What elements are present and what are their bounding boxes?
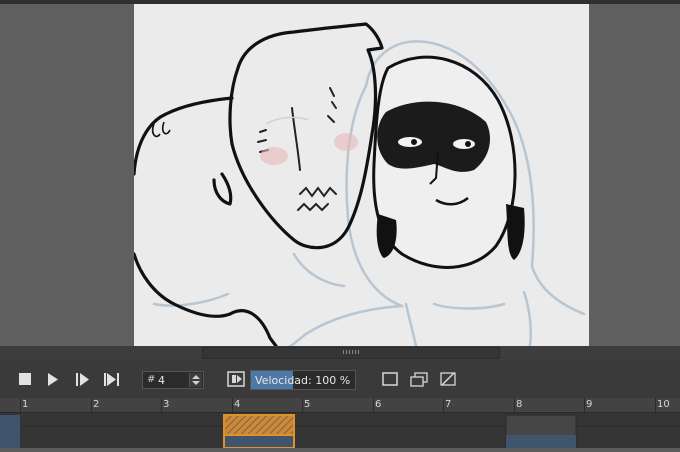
ruler-label-9: 9 — [586, 399, 593, 410]
speed-slider[interactable]: Velocidad: 100 % — [250, 370, 356, 390]
track-frames — [0, 414, 680, 449]
ruler-tick — [443, 398, 444, 412]
canvas-area[interactable] — [0, 4, 680, 346]
skip-to-end-icon — [104, 372, 119, 386]
single-frame-icon — [382, 372, 398, 386]
ruler-tick — [20, 398, 21, 412]
ruler-tick — [232, 398, 233, 412]
no-onion-icon — [440, 372, 456, 386]
single-frame-button[interactable] — [381, 371, 399, 387]
ruler-label-10: 10 — [657, 399, 670, 410]
timeline-panel: 1 2 3 4 5 6 7 8 9 10 — [0, 398, 680, 449]
frame-prefix: # — [147, 374, 156, 385]
multi-frame-icon — [410, 371, 428, 387]
onion-skin-icon — [227, 371, 245, 387]
ruler-tick — [161, 398, 162, 412]
last-frame-button[interactable] — [103, 371, 121, 387]
play-reverse-icon — [0, 373, 4, 385]
play-button[interactable] — [46, 371, 60, 387]
ruler-label-2: 2 — [93, 399, 100, 410]
ruler-tick — [373, 398, 374, 412]
stop-icon — [19, 373, 31, 385]
play-icon — [48, 372, 58, 386]
step-forward-icon — [76, 372, 89, 386]
ruler-label-4: 4 — [234, 399, 241, 410]
ruler-label-8: 8 — [516, 399, 523, 410]
timeline-ruler[interactable]: 1 2 3 4 5 6 7 8 9 10 — [0, 398, 680, 413]
ruler-label-6: 6 — [375, 399, 382, 410]
stop-button[interactable] — [18, 371, 32, 387]
ruler-tick — [302, 398, 303, 412]
onion-skin-button[interactable] — [226, 371, 246, 387]
ruler-tick — [514, 398, 515, 412]
panel-splitter[interactable] — [0, 346, 680, 360]
ruler-label-1: 1 — [22, 399, 29, 410]
frame-number-input[interactable]: # 4 — [142, 371, 204, 389]
frame-number-value[interactable]: 4 — [158, 374, 165, 387]
spin-down-icon[interactable] — [192, 381, 200, 385]
ruler-tick — [584, 398, 585, 412]
frame-block-8-lower[interactable] — [506, 435, 576, 448]
next-frame-button[interactable] — [74, 371, 90, 387]
no-onion-button[interactable] — [439, 371, 457, 387]
spin-up-icon[interactable] — [192, 375, 200, 379]
ruler-label-3: 3 — [163, 399, 170, 410]
ruler-tick — [655, 398, 656, 412]
drawing-canvas[interactable] — [134, 4, 589, 346]
timeline-track[interactable] — [0, 413, 680, 449]
splitter-grip-icon[interactable] — [343, 350, 361, 354]
previous-button[interactable] — [0, 371, 4, 387]
frame-spinner[interactable] — [189, 373, 202, 387]
ruler-label-5: 5 — [304, 399, 311, 410]
ruler-tick — [91, 398, 92, 412]
ruler-label-7: 7 — [445, 399, 452, 410]
speed-label: Velocidad: 100 % — [255, 374, 351, 387]
selected-frame-lower[interactable] — [223, 434, 295, 449]
selected-frame-block[interactable] — [223, 414, 295, 436]
sketch-illustration — [134, 22, 586, 346]
frame-block[interactable] — [0, 415, 20, 448]
multi-frame-button[interactable] — [409, 371, 429, 387]
